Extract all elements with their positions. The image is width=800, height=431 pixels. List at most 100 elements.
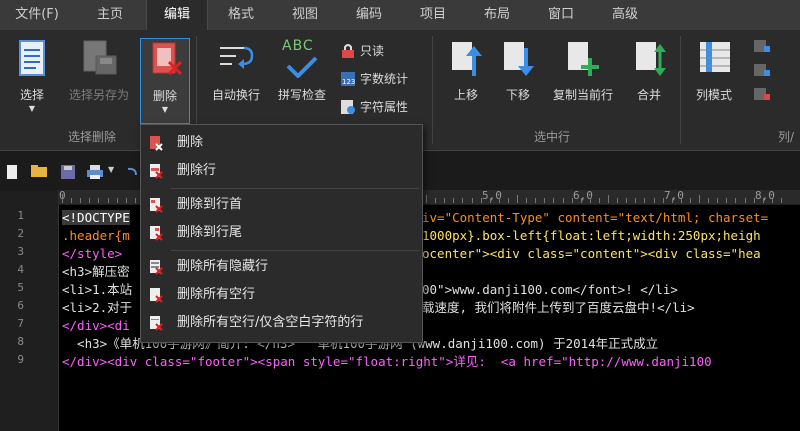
- ruler-tick: [517, 195, 518, 203]
- copy-line-icon: [568, 42, 599, 76]
- open-folder-icon[interactable]: [30, 164, 48, 178]
- group-column-label: 列/: [778, 130, 795, 144]
- line-number: 8: [17, 335, 24, 348]
- document-icon: [19, 40, 45, 76]
- menu-encoding[interactable]: 编码: [340, 0, 398, 30]
- code-line-1-start: <!DOCTYPE: [62, 210, 130, 225]
- word-count-label: 字数统计: [360, 72, 409, 86]
- line-number: 9: [17, 353, 24, 366]
- ruler-tick: [480, 198, 482, 203]
- ruler-tick: [608, 195, 609, 203]
- column-mode-label: 列模式: [695, 88, 732, 102]
- menu-item-delete-empty-lines[interactable]: 删除所有空行: [141, 281, 422, 309]
- menu-item-delete-line[interactable]: 删除行: [141, 157, 422, 185]
- move-up-button[interactable]: 上移: [442, 36, 490, 116]
- menu-layout[interactable]: 布局: [468, 0, 526, 30]
- merge-label: 合并: [636, 88, 661, 102]
- delete-to-line-start-icon: [150, 198, 163, 213]
- chevron-down-icon: ▼: [161, 105, 169, 114]
- menu-item-delete-empty-whitespace-lines[interactable]: 删除所有空行/仅含空白字符的行: [141, 309, 422, 337]
- select-save-as-button[interactable]: 选择另存为: [60, 36, 138, 122]
- read-only-button[interactable]: 只读: [340, 40, 384, 62]
- ruler-tick: [98, 198, 100, 203]
- print-icon[interactable]: [86, 164, 104, 180]
- spell-check-button[interactable]: ABC 拼写检查: [270, 36, 334, 116]
- chevron-down-icon[interactable]: ▼: [108, 165, 114, 174]
- ruler-tick: [762, 198, 764, 203]
- ruler-tick: [544, 198, 546, 203]
- code-line-5-end: 00">www.danji100.com</font>! </li>: [422, 282, 678, 297]
- ruler-tick: [689, 198, 691, 203]
- delete-document-icon: [152, 42, 183, 76]
- code-line-2-end: 1000px}.box-left{float:left;width:250px;…: [422, 228, 761, 243]
- undo-icon[interactable]: [124, 165, 138, 177]
- lock-icon: [340, 43, 356, 59]
- line-number: 6: [17, 299, 24, 312]
- svg-text:123: 123: [342, 78, 355, 86]
- checkmark-icon: [286, 56, 318, 78]
- ruler-tick: [753, 198, 755, 203]
- menu-file[interactable]: 文件(F): [0, 0, 74, 30]
- line-number: 5: [17, 281, 24, 294]
- column-mode-button[interactable]: 列模式: [688, 36, 740, 116]
- auto-wrap-label: 自动换行: [211, 88, 260, 102]
- menu-window[interactable]: 窗口: [532, 0, 590, 30]
- delete-button[interactable]: 删除 ▼: [140, 38, 190, 124]
- code-line-3-end: ocenter"><div class="content"><div class…: [422, 246, 761, 261]
- word-wrap-icon: [220, 46, 254, 69]
- menu-item-label: 删除所有空行/仅含空白字符的行: [177, 315, 364, 330]
- menu-advanced[interactable]: 高级: [596, 0, 654, 30]
- move-down-label: 下移: [505, 88, 530, 102]
- ruler-tick: [471, 198, 473, 203]
- ruler-tick: [626, 198, 628, 203]
- menu-home[interactable]: 主页: [80, 0, 140, 30]
- menu-format[interactable]: 格式: [212, 0, 270, 30]
- move-up-label: 上移: [453, 88, 478, 102]
- move-down-button[interactable]: 下移: [494, 36, 542, 116]
- code-line-7: </div><di: [62, 318, 130, 333]
- column-mode-icon: [700, 42, 730, 72]
- ruler-tick: [553, 198, 555, 203]
- save-icon[interactable]: [60, 164, 76, 180]
- ruler-tick: [644, 198, 646, 203]
- ruler-tick: [435, 198, 437, 203]
- select-button[interactable]: 选择 ▼: [8, 36, 56, 122]
- word-count-button[interactable]: 123 字数统计: [340, 68, 408, 90]
- ruler-tick: [708, 198, 710, 203]
- code-line-6-end: 载速度, 我们将附件上传到了百度云盘中!</li>: [422, 300, 695, 315]
- menu-edit[interactable]: 编辑: [146, 0, 208, 30]
- merge-button[interactable]: 合并: [626, 36, 672, 116]
- ruler-tick: [699, 195, 700, 203]
- code-line-6-start: <li>2.对于: [62, 300, 133, 315]
- char-props-button[interactable]: 字符属性: [340, 96, 408, 118]
- auto-wrap-button[interactable]: 自动换行: [204, 36, 268, 116]
- ruler-tick: [726, 198, 728, 203]
- ruler-tick: [680, 198, 682, 203]
- line-number: 2: [17, 227, 24, 240]
- new-file-icon[interactable]: [6, 164, 18, 180]
- spell-check-icon-text: ABC: [282, 38, 314, 54]
- menu-view[interactable]: 视图: [276, 0, 334, 30]
- ruler-tick: [444, 198, 446, 203]
- ruler-tick: [89, 198, 91, 203]
- select-label: 选择: [19, 88, 44, 102]
- menu-item-delete[interactable]: 删除: [141, 129, 422, 157]
- ruler-tick: [562, 198, 564, 203]
- column-tools-icon[interactable]: [750, 38, 772, 110]
- code-line-1-end: iv="Content-Type" content="text/html; ch…: [422, 210, 769, 225]
- menu-item-delete-hidden-lines[interactable]: 删除所有隐藏行: [141, 253, 422, 281]
- menu-item-delete-to-line-start[interactable]: 删除到行首: [141, 191, 422, 219]
- ruler-tick: [134, 198, 136, 203]
- separator: [680, 36, 681, 144]
- ruler-tick: [507, 198, 509, 203]
- move-up-icon: [452, 42, 482, 76]
- copy-current-line-button[interactable]: 复制当前行: [544, 36, 622, 116]
- menu-item-delete-to-line-end[interactable]: 删除到行尾: [141, 219, 422, 247]
- menu-item-label: 删除: [177, 135, 204, 150]
- menu-item-label: 删除所有隐藏行: [177, 259, 269, 274]
- copy-current-line-label: 复制当前行: [552, 88, 613, 102]
- ruler-tick: [589, 198, 591, 203]
- menu-project[interactable]: 项目: [404, 0, 462, 30]
- move-down-icon: [504, 42, 534, 76]
- ruler-tick: [116, 198, 118, 203]
